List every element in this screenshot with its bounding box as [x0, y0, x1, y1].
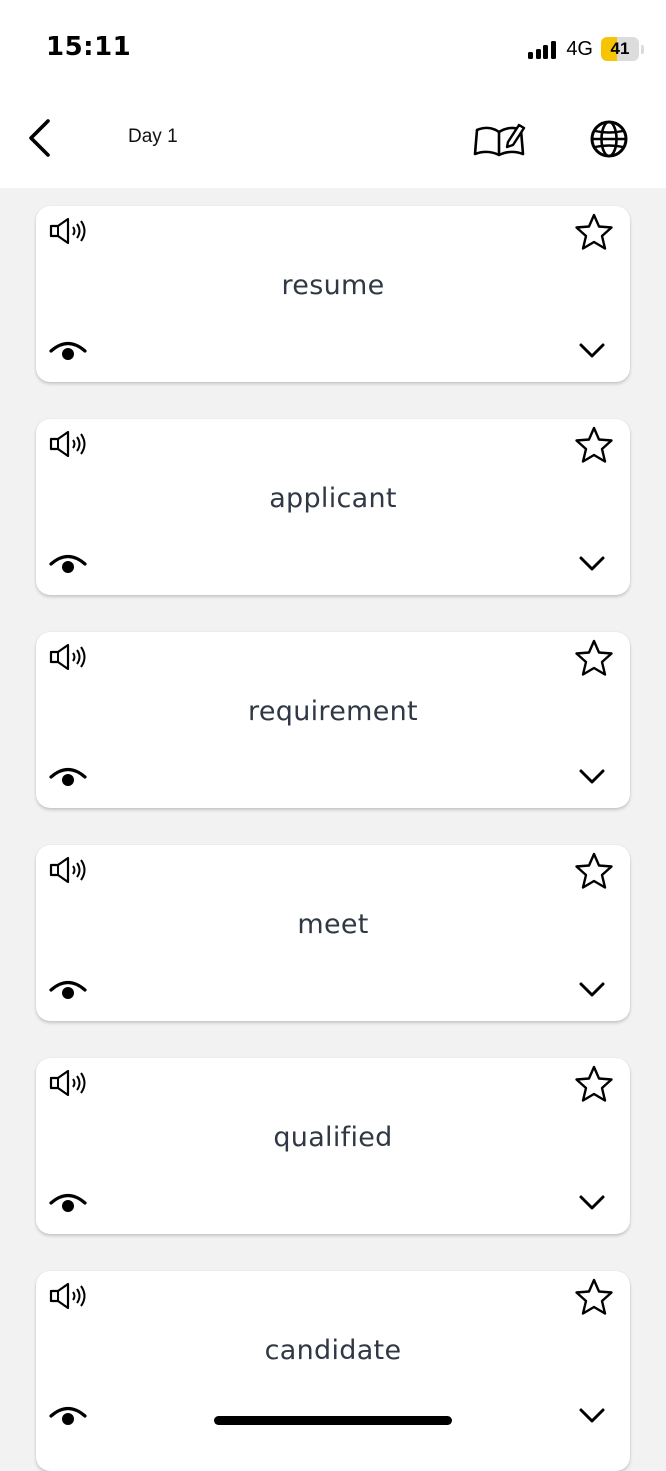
word-text: meet [297, 909, 369, 940]
favorite-button[interactable] [574, 638, 614, 678]
word-card[interactable]: qualified [36, 1058, 630, 1234]
pronounce-button[interactable] [48, 642, 88, 672]
favorite-button[interactable] [574, 851, 614, 891]
favorite-button[interactable] [574, 1064, 614, 1104]
word-card[interactable]: applicant [36, 419, 630, 595]
chevron-down-icon [579, 982, 605, 997]
reveal-button[interactable] [48, 1399, 88, 1431]
pronounce-button[interactable] [48, 1281, 88, 1311]
reveal-button[interactable] [48, 547, 88, 579]
status-indicators: 4G 41 [528, 36, 644, 62]
speaker-icon [49, 856, 86, 884]
home-indicator[interactable] [214, 1416, 452, 1425]
favorite-button[interactable] [574, 212, 614, 252]
speaker-icon [49, 217, 86, 245]
eye-icon [49, 1406, 87, 1425]
status-time: 15:11 [46, 32, 132, 62]
star-icon [575, 639, 613, 676]
eye-icon [49, 554, 87, 573]
battery-icon: 41 [601, 37, 639, 61]
expand-button[interactable] [576, 336, 608, 364]
pronounce-button[interactable] [48, 429, 88, 459]
word-text: applicant [269, 483, 397, 514]
star-icon [575, 213, 613, 250]
cellular-signal-icon [528, 39, 558, 59]
book-edit-button[interactable] [470, 114, 528, 164]
pronounce-button[interactable] [48, 1068, 88, 1098]
speaker-icon [49, 430, 86, 458]
pronounce-button[interactable] [48, 216, 88, 246]
nav-bar: Day 1 [0, 96, 666, 188]
word-text: resume [281, 270, 385, 301]
reveal-button[interactable] [48, 1186, 88, 1218]
chevron-down-icon [579, 1408, 605, 1423]
globe-icon [590, 120, 628, 158]
network-type: 4G [566, 37, 593, 60]
eye-icon [49, 1193, 87, 1212]
eye-icon [49, 980, 87, 999]
word-text: qualified [273, 1122, 393, 1153]
pronounce-button[interactable] [48, 855, 88, 885]
speaker-icon [49, 1282, 86, 1310]
favorite-button[interactable] [574, 1277, 614, 1317]
battery-tip [641, 44, 644, 54]
expand-button[interactable] [576, 975, 608, 1003]
favorite-button[interactable] [574, 425, 614, 465]
expand-button[interactable] [576, 1401, 608, 1429]
word-card[interactable]: requirement [36, 632, 630, 808]
word-text: requirement [248, 696, 418, 727]
word-card[interactable]: candidate [36, 1271, 630, 1471]
chevron-down-icon [579, 343, 605, 358]
page-title: Day 1 [128, 126, 178, 147]
back-button[interactable] [22, 116, 58, 160]
star-icon [575, 1065, 613, 1102]
speaker-icon [49, 643, 86, 671]
star-icon [575, 852, 613, 889]
reveal-button[interactable] [48, 973, 88, 1005]
speaker-icon [49, 1069, 86, 1097]
battery-level: 41 [610, 39, 630, 58]
word-card[interactable]: meet [36, 845, 630, 1021]
reveal-button[interactable] [48, 760, 88, 792]
language-button[interactable] [588, 118, 630, 160]
expand-button[interactable] [576, 549, 608, 577]
chevron-down-icon [579, 1195, 605, 1210]
eye-icon [49, 341, 87, 360]
word-card[interactable]: resume [36, 206, 630, 382]
word-text: candidate [264, 1335, 402, 1366]
chevron-down-icon [579, 769, 605, 784]
eye-icon [49, 767, 87, 786]
reveal-button[interactable] [48, 334, 88, 366]
chevron-down-icon [579, 556, 605, 571]
expand-button[interactable] [576, 762, 608, 790]
status-bar: 15:11 4G 41 [0, 0, 666, 96]
book-edit-icon [473, 123, 526, 157]
chevron-left-icon [29, 119, 50, 157]
expand-button[interactable] [576, 1188, 608, 1216]
star-icon [575, 1278, 613, 1315]
star-icon [575, 426, 613, 463]
